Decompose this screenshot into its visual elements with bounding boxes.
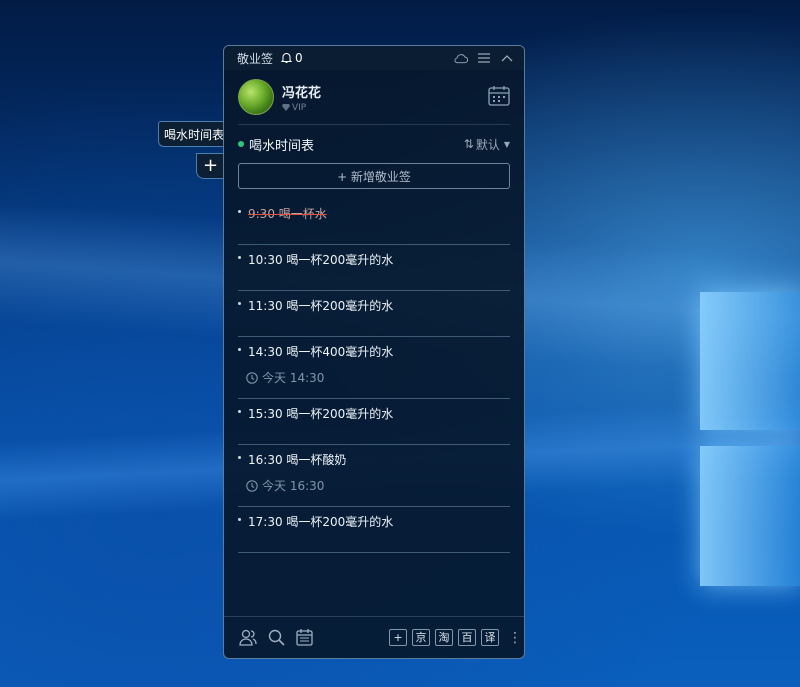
bullet <box>238 210 241 213</box>
shortcut-button-3[interactable]: 百 <box>458 629 476 646</box>
sort-label: 默认 <box>475 137 500 152</box>
note-item[interactable]: 10:30 喝一杯200毫升的水 <box>238 245 510 291</box>
side-add-list-button[interactable]: + <box>196 153 224 179</box>
shortcut-buttons: + 京淘百译 ⋮ <box>389 629 522 646</box>
note-text: 9:30 喝一杯水 <box>248 207 327 221</box>
list-header: 喝水时间表 ⇅ 默认 ▼ <box>224 125 524 163</box>
bell-icon <box>281 53 293 63</box>
bullet <box>238 518 241 521</box>
note-text: 16:30 喝一杯酸奶 <box>248 453 347 467</box>
footer-toolbar: + 京淘百译 ⋮ <box>224 616 524 658</box>
note-item[interactable]: 11:30 喝一杯200毫升的水 <box>238 291 510 337</box>
sticky-notes-window: 敬业签 0 冯花花 VIP 喝水时间表 ⇅ 默认 ▼ + 新增敬业签 9:30 … <box>223 45 525 659</box>
caret-down-icon: ▼ <box>503 139 510 149</box>
collapse-icon[interactable] <box>500 51 514 65</box>
app-title: 敬业签 <box>237 51 274 66</box>
search-icon[interactable] <box>266 628 286 648</box>
note-item[interactable]: 16:30 喝一杯酸奶今天 16:30 <box>238 445 510 507</box>
note-item[interactable]: 15:30 喝一杯200毫升的水 <box>238 399 510 445</box>
reminder-label: 今天 16:30 <box>262 479 325 493</box>
clock-icon <box>246 479 258 492</box>
user-name: 冯花花 <box>282 85 322 101</box>
calendar-icon[interactable] <box>488 85 510 107</box>
contacts-icon[interactable] <box>238 628 258 648</box>
note-item[interactable]: 17:30 喝一杯200毫升的水 <box>238 507 510 553</box>
note-item[interactable]: 9:30 喝一杯水 <box>238 199 510 245</box>
shortcut-button-1[interactable]: 京 <box>412 629 430 646</box>
note-list: 9:30 喝一杯水 10:30 喝一杯200毫升的水 11:30 喝一杯200毫升的… <box>224 199 524 553</box>
user-header: 冯花花 VIP <box>224 70 524 124</box>
cloud-sync-icon[interactable] <box>454 51 468 65</box>
calendar-icon[interactable] <box>294 628 314 648</box>
sort-icon: ⇅ <box>463 137 474 151</box>
bullet <box>238 410 241 413</box>
note-text: 10:30 喝一杯200毫升的水 <box>248 253 394 267</box>
clock-icon <box>246 371 258 384</box>
note-text: 11:30 喝一杯200毫升的水 <box>248 299 394 313</box>
more-icon[interactable]: ⋮ <box>508 631 522 645</box>
notification-count: 0 <box>295 51 303 65</box>
notification-button[interactable]: 0 <box>281 51 303 65</box>
shortcut-button-0[interactable]: + <box>389 629 407 646</box>
note-text: 14:30 喝一杯400毫升的水 <box>248 345 394 359</box>
add-note-button[interactable]: + 新增敬业签 <box>238 163 510 189</box>
sort-dropdown[interactable]: ⇅ 默认 ▼ <box>464 136 510 153</box>
vip-badge: VIP <box>282 103 321 113</box>
bullet <box>238 302 241 305</box>
note-item[interactable]: 14:30 喝一杯400毫升的水今天 14:30 <box>238 337 510 399</box>
status-dot <box>238 141 244 147</box>
avatar[interactable] <box>238 79 274 115</box>
windows-logo <box>700 292 800 592</box>
bullet <box>238 256 241 259</box>
reminder-time: 今天 16:30 <box>246 477 510 494</box>
side-tab-list[interactable]: 喝水时间表 <box>158 121 224 147</box>
shortcut-button-4[interactable]: 译 <box>481 629 499 646</box>
bullet <box>238 348 241 351</box>
note-text: 17:30 喝一杯200毫升的水 <box>248 515 394 529</box>
list-title: 喝水时间表 <box>249 138 315 154</box>
note-text: 15:30 喝一杯200毫升的水 <box>248 407 394 421</box>
diamond-icon <box>282 104 290 111</box>
bullet <box>238 456 241 459</box>
menu-icon[interactable] <box>477 51 491 65</box>
reminder-label: 今天 14:30 <box>262 371 325 385</box>
title-bar: 敬业签 0 <box>224 46 524 70</box>
reminder-time: 今天 14:30 <box>246 369 510 386</box>
shortcut-button-2[interactable]: 淘 <box>435 629 453 646</box>
